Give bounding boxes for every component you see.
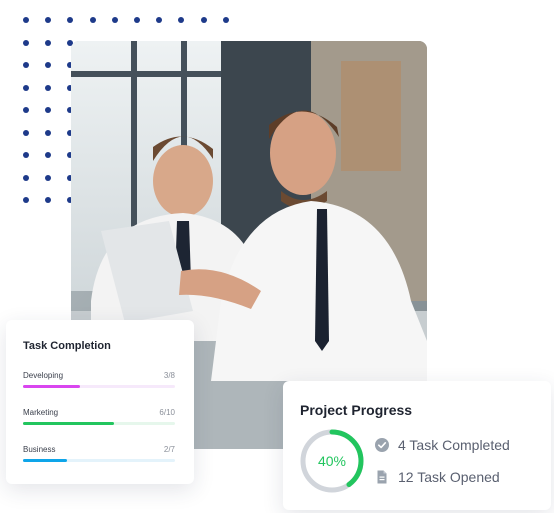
check-circle-icon bbox=[375, 438, 389, 452]
task-progress-fill bbox=[23, 422, 115, 425]
task-completion-card: Task Completion Developing 3/8 Marketing… bbox=[6, 320, 194, 484]
dot-icon bbox=[67, 17, 74, 23]
dot-icon bbox=[45, 129, 52, 136]
task-progress-track bbox=[23, 459, 175, 462]
dot-icon bbox=[178, 17, 185, 23]
dot-icon bbox=[45, 39, 52, 46]
task-count: 3/8 bbox=[163, 371, 175, 380]
dot-icon bbox=[111, 17, 118, 23]
dot-icon bbox=[45, 84, 52, 91]
document-icon bbox=[377, 470, 387, 484]
task-progress-track bbox=[23, 385, 175, 388]
task-label: Marketing bbox=[23, 408, 59, 417]
dot-icon bbox=[23, 129, 29, 136]
dot-icon bbox=[200, 17, 207, 23]
task-label: Developing bbox=[23, 371, 64, 380]
dot-icon bbox=[89, 17, 96, 23]
task-label: Business bbox=[23, 445, 56, 454]
dot-icon bbox=[23, 39, 29, 46]
progress-percent-label: 40% bbox=[317, 453, 347, 469]
dot-icon bbox=[23, 62, 29, 68]
dot-icon bbox=[23, 197, 29, 203]
task-progress-fill bbox=[23, 385, 80, 388]
dot-icon bbox=[45, 197, 52, 203]
dot-icon bbox=[45, 107, 52, 113]
dot-icon bbox=[134, 17, 140, 23]
dot-icon bbox=[23, 152, 29, 158]
dot-icon bbox=[23, 84, 29, 91]
task-completion-title: Task Completion bbox=[23, 340, 111, 352]
dot-icon bbox=[23, 17, 29, 23]
dot-icon bbox=[222, 17, 229, 23]
project-progress-title: Project Progress bbox=[300, 402, 413, 418]
dot-icon bbox=[45, 17, 52, 23]
task-progress-fill bbox=[23, 459, 68, 462]
dot-icon bbox=[156, 17, 163, 23]
task-count: 2/7 bbox=[163, 445, 175, 454]
dot-icon bbox=[23, 107, 29, 113]
task-progress-track bbox=[23, 422, 175, 425]
stat-opened-text: 12 Task Opened bbox=[398, 469, 500, 485]
dot-icon bbox=[45, 174, 52, 181]
dot-icon bbox=[45, 62, 52, 68]
stat-completed-text: 4 Task Completed bbox=[398, 437, 510, 453]
project-progress-card: Project Progress 40% 4 Task Completed 12… bbox=[283, 381, 551, 510]
dot-icon bbox=[23, 174, 29, 181]
task-count: 6/10 bbox=[159, 408, 175, 417]
dot-icon bbox=[45, 152, 52, 158]
